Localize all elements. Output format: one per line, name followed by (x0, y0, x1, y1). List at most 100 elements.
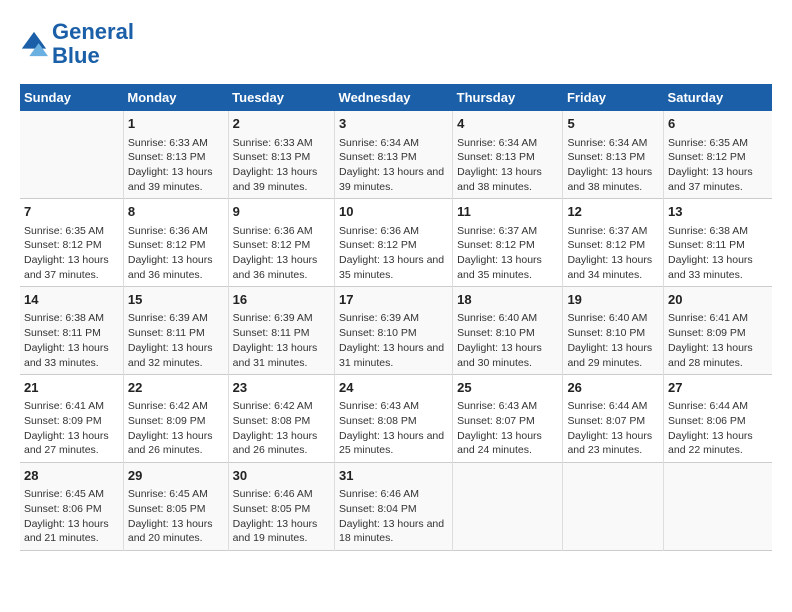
daylight-text: Daylight: 13 hours and 22 minutes. (668, 429, 768, 458)
sunset-text: Sunset: 8:06 PM (24, 502, 119, 517)
day-number: 17 (339, 291, 448, 309)
day-number: 5 (567, 115, 659, 133)
sunrise-text: Sunrise: 6:37 AM (457, 224, 558, 239)
sunrise-text: Sunrise: 6:46 AM (339, 487, 448, 502)
cell-content: Sunrise: 6:39 AMSunset: 8:11 PMDaylight:… (128, 311, 224, 370)
daylight-text: Daylight: 13 hours and 32 minutes. (128, 341, 224, 370)
cell-content: Sunrise: 6:34 AMSunset: 8:13 PMDaylight:… (339, 136, 448, 195)
sunset-text: Sunset: 8:12 PM (339, 238, 448, 253)
daylight-text: Daylight: 13 hours and 34 minutes. (567, 253, 659, 282)
calendar-cell: 14Sunrise: 6:38 AMSunset: 8:11 PMDayligh… (20, 287, 123, 375)
sunrise-text: Sunrise: 6:33 AM (233, 136, 330, 151)
header-day-friday: Friday (563, 84, 664, 111)
daylight-text: Daylight: 13 hours and 26 minutes. (233, 429, 330, 458)
calendar-cell: 9Sunrise: 6:36 AMSunset: 8:12 PMDaylight… (228, 199, 334, 287)
daylight-text: Daylight: 13 hours and 28 minutes. (668, 341, 768, 370)
sunrise-text: Sunrise: 6:38 AM (24, 311, 119, 326)
cell-content: Sunrise: 6:40 AMSunset: 8:10 PMDaylight:… (567, 311, 659, 370)
sunrise-text: Sunrise: 6:45 AM (128, 487, 224, 502)
daylight-text: Daylight: 13 hours and 29 minutes. (567, 341, 659, 370)
cell-content: Sunrise: 6:42 AMSunset: 8:08 PMDaylight:… (233, 399, 330, 458)
week-row-4: 21Sunrise: 6:41 AMSunset: 8:09 PMDayligh… (20, 375, 772, 463)
sunset-text: Sunset: 8:13 PM (128, 150, 224, 165)
sunrise-text: Sunrise: 6:36 AM (339, 224, 448, 239)
calendar-cell (664, 463, 772, 551)
week-row-3: 14Sunrise: 6:38 AMSunset: 8:11 PMDayligh… (20, 287, 772, 375)
sunset-text: Sunset: 8:07 PM (457, 414, 558, 429)
day-number: 27 (668, 379, 768, 397)
daylight-text: Daylight: 13 hours and 39 minutes. (233, 165, 330, 194)
sunset-text: Sunset: 8:13 PM (567, 150, 659, 165)
cell-content: Sunrise: 6:34 AMSunset: 8:13 PMDaylight:… (457, 136, 558, 195)
sunset-text: Sunset: 8:12 PM (668, 150, 768, 165)
sunset-text: Sunset: 8:11 PM (128, 326, 224, 341)
daylight-text: Daylight: 13 hours and 24 minutes. (457, 429, 558, 458)
day-number: 22 (128, 379, 224, 397)
cell-content: Sunrise: 6:46 AMSunset: 8:05 PMDaylight:… (233, 487, 330, 546)
calendar-cell: 8Sunrise: 6:36 AMSunset: 8:12 PMDaylight… (123, 199, 228, 287)
calendar-cell: 26Sunrise: 6:44 AMSunset: 8:07 PMDayligh… (563, 375, 664, 463)
day-number: 10 (339, 203, 448, 221)
calendar-header: SundayMondayTuesdayWednesdayThursdayFrid… (20, 84, 772, 111)
day-number: 30 (233, 467, 330, 485)
cell-content: Sunrise: 6:40 AMSunset: 8:10 PMDaylight:… (457, 311, 558, 370)
cell-content: Sunrise: 6:45 AMSunset: 8:05 PMDaylight:… (128, 487, 224, 546)
cell-content: Sunrise: 6:43 AMSunset: 8:08 PMDaylight:… (339, 399, 448, 458)
cell-content: Sunrise: 6:38 AMSunset: 8:11 PMDaylight:… (668, 224, 768, 283)
calendar-cell: 31Sunrise: 6:46 AMSunset: 8:04 PMDayligh… (335, 463, 453, 551)
calendar-cell: 15 Sunrise: 6:39 AMSunset: 8:11 PMDayligh… (123, 287, 228, 375)
sunrise-text: Sunrise: 6:40 AM (457, 311, 558, 326)
week-row-1: 1Sunrise: 6:33 AMSunset: 8:13 PMDaylight… (20, 111, 772, 198)
header-day-monday: Monday (123, 84, 228, 111)
daylight-text: Daylight: 13 hours and 37 minutes. (24, 253, 119, 282)
calendar-cell: 19 Sunrise: 6:40 AMSunset: 8:10 PMDayligh… (563, 287, 664, 375)
calendar-cell: 3 Sunrise: 6:34 AMSunset: 8:13 PMDaylight… (335, 111, 453, 198)
daylight-text: Daylight: 13 hours and 37 minutes. (668, 165, 768, 194)
cell-content: Sunrise: 6:39 AMSunset: 8:10 PMDaylight:… (339, 311, 448, 370)
cell-content: Sunrise: 6:41 AMSunset: 8:09 PMDaylight:… (668, 311, 768, 370)
cell-content: Sunrise: 6:46 AMSunset: 8:04 PMDaylight:… (339, 487, 448, 546)
cell-content: Sunrise: 6:42 AMSunset: 8:09 PMDaylight:… (128, 399, 224, 458)
daylight-text: Daylight: 13 hours and 18 minutes. (339, 517, 448, 546)
sunrise-text: Sunrise: 6:42 AM (233, 399, 330, 414)
week-row-2: 7Sunrise: 6:35 AMSunset: 8:12 PMDaylight… (20, 199, 772, 287)
daylight-text: Daylight: 13 hours and 36 minutes. (128, 253, 224, 282)
sunrise-text: Sunrise: 6:35 AM (24, 224, 119, 239)
cell-content: Sunrise: 6:33 AMSunset: 8:13 PMDaylight:… (233, 136, 330, 195)
calendar-cell: 21Sunrise: 6:41 AMSunset: 8:09 PMDayligh… (20, 375, 123, 463)
day-number: 19 (567, 291, 659, 309)
sunrise-text: Sunrise: 6:41 AM (668, 311, 768, 326)
daylight-text: Daylight: 13 hours and 25 minutes. (339, 429, 448, 458)
cell-content: Sunrise: 6:44 AMSunset: 8:06 PMDaylight:… (668, 399, 768, 458)
calendar-cell: 17 Sunrise: 6:39 AMSunset: 8:10 PMDayligh… (335, 287, 453, 375)
sunrise-text: Sunrise: 6:34 AM (457, 136, 558, 151)
day-number: 15 (128, 291, 224, 309)
daylight-text: Daylight: 13 hours and 35 minutes. (339, 253, 448, 282)
calendar-cell (20, 111, 123, 198)
sunrise-text: Sunrise: 6:39 AM (128, 311, 224, 326)
sunset-text: Sunset: 8:12 PM (567, 238, 659, 253)
calendar-cell: 20Sunrise: 6:41 AMSunset: 8:09 PMDayligh… (664, 287, 772, 375)
header-day-wednesday: Wednesday (335, 84, 453, 111)
sunrise-text: Sunrise: 6:44 AM (668, 399, 768, 414)
daylight-text: Daylight: 13 hours and 35 minutes. (457, 253, 558, 282)
cell-content: Sunrise: 6:37 AMSunset: 8:12 PMDaylight:… (457, 224, 558, 283)
calendar-cell: 13Sunrise: 6:38 AMSunset: 8:11 PMDayligh… (664, 199, 772, 287)
day-number: 3 (339, 115, 448, 133)
logo-text: GeneralBlue (52, 20, 134, 68)
sunset-text: Sunset: 8:11 PM (668, 238, 768, 253)
day-number: 6 (668, 115, 768, 133)
calendar-cell: 11Sunrise: 6:37 AMSunset: 8:12 PMDayligh… (453, 199, 563, 287)
header-row: SundayMondayTuesdayWednesdayThursdayFrid… (20, 84, 772, 111)
daylight-text: Daylight: 13 hours and 30 minutes. (457, 341, 558, 370)
day-number: 23 (233, 379, 330, 397)
sunset-text: Sunset: 8:09 PM (24, 414, 119, 429)
sunset-text: Sunset: 8:13 PM (233, 150, 330, 165)
cell-content: Sunrise: 6:41 AMSunset: 8:09 PMDaylight:… (24, 399, 119, 458)
calendar-cell: 29Sunrise: 6:45 AMSunset: 8:05 PMDayligh… (123, 463, 228, 551)
calendar-cell (453, 463, 563, 551)
calendar-cell: 24Sunrise: 6:43 AMSunset: 8:08 PMDayligh… (335, 375, 453, 463)
cell-content: Sunrise: 6:34 AMSunset: 8:13 PMDaylight:… (567, 136, 659, 195)
sunrise-text: Sunrise: 6:38 AM (668, 224, 768, 239)
calendar-cell (563, 463, 664, 551)
